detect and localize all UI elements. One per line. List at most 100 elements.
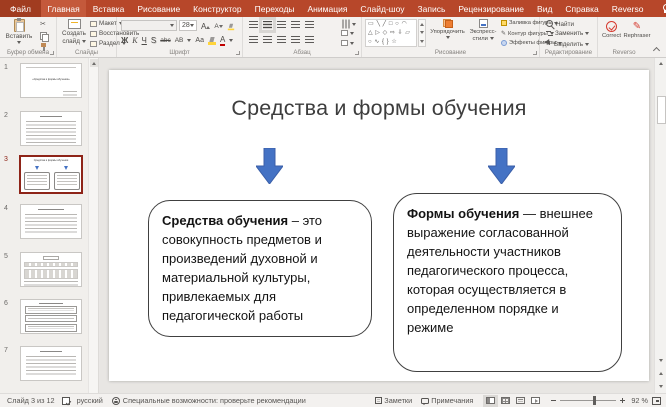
- thumb-title-text: «Средства и формы обучения»: [22, 78, 80, 81]
- spell-check-icon[interactable]: [62, 397, 70, 405]
- text-direction-button[interactable]: [341, 20, 356, 28]
- underline-button[interactable]: Ч: [142, 36, 147, 45]
- thumbnail-slide-4[interactable]: 4: [0, 204, 88, 241]
- vertical-scrollbar[interactable]: [654, 58, 666, 393]
- align-text-button[interactable]: [341, 30, 354, 36]
- highlight-color-button[interactable]: [208, 37, 216, 45]
- tab-home[interactable]: Главная: [41, 0, 86, 17]
- accessibility-status[interactable]: Специальные возможности: проверьте реком…: [123, 396, 306, 405]
- reading-view-button[interactable]: [513, 395, 528, 407]
- language-indicator[interactable]: русский: [77, 396, 103, 405]
- thumbnail-slide-5[interactable]: 5: [0, 252, 88, 289]
- dialog-launcher-icon[interactable]: [355, 51, 359, 55]
- align-left-button[interactable]: [249, 36, 258, 44]
- justify-button[interactable]: [291, 36, 300, 44]
- tab-insert[interactable]: Вставка: [86, 0, 131, 17]
- grow-font-button[interactable]: А: [201, 22, 210, 31]
- copy-button[interactable]: [40, 32, 47, 40]
- zoom-out-button[interactable]: [551, 400, 556, 401]
- fit-to-window-icon[interactable]: [652, 397, 661, 405]
- thumbnail-scrollbar[interactable]: [88, 58, 99, 393]
- align-center-button[interactable]: [263, 36, 272, 44]
- tab-help[interactable]: Справка: [559, 0, 605, 17]
- change-case-button[interactable]: Аа: [195, 37, 204, 44]
- slide-title[interactable]: Средства и формы обучения: [109, 96, 649, 121]
- zoom-slider[interactable]: [560, 400, 616, 401]
- new-slide-button[interactable]: Создать слайд: [59, 19, 89, 45]
- accessibility-icon[interactable]: [112, 397, 120, 405]
- thumbnail-slide-7[interactable]: 7: [0, 346, 88, 383]
- text-box-means-of-teaching[interactable]: Средства обучения – это совокупность пре…: [148, 200, 372, 337]
- tell-me-box[interactable]: Что вы хотите сделать?: [662, 0, 666, 17]
- dialog-launcher-icon[interactable]: [533, 51, 537, 55]
- tab-design[interactable]: Конструктор: [187, 0, 248, 17]
- slide-sorter-view-button[interactable]: [498, 395, 513, 407]
- font-name-combo[interactable]: [121, 20, 177, 31]
- scroll-down-button[interactable]: [657, 356, 666, 365]
- notes-icon: [375, 397, 382, 404]
- slide-counter[interactable]: Слайд 3 из 12: [7, 396, 55, 405]
- italic-button[interactable]: К: [132, 36, 137, 45]
- line-spacing-button[interactable]: [305, 21, 314, 29]
- collapse-ribbon-icon[interactable]: [653, 47, 660, 54]
- tab-transitions[interactable]: Переходы: [248, 0, 301, 17]
- scroll-up-button[interactable]: [657, 59, 666, 68]
- bold-button[interactable]: Ж: [121, 36, 128, 45]
- quick-styles-button[interactable]: Экспресс- стили: [467, 19, 499, 42]
- tab-view[interactable]: Вид: [531, 0, 559, 17]
- slide-canvas[interactable]: Средства и формы обучения Средства обуче…: [109, 70, 649, 381]
- clear-formatting-icon[interactable]: [227, 23, 233, 29]
- text-shadow-button[interactable]: S: [151, 36, 156, 45]
- group-drawing: ▭ ╲ ╱ □ ○ ◠ △ ▷ ◇ ⇨ ⇩ ▱ ○ ∿ { } ☆ Упоряд…: [362, 17, 540, 57]
- increase-indent-button[interactable]: [291, 21, 300, 29]
- down-arrow-shape-left[interactable]: [256, 148, 283, 184]
- font-color-button[interactable]: А: [220, 35, 225, 46]
- shrink-font-button[interactable]: А: [214, 23, 222, 30]
- character-spacing-button[interactable]: АВ: [175, 37, 184, 44]
- thumbnail-slide-3-selected[interactable]: 3 Средства и формы обучения: [0, 155, 88, 196]
- thumbnail-slide-6[interactable]: 6: [0, 299, 88, 336]
- notes-toggle[interactable]: Заметки: [375, 396, 412, 405]
- scrollbar-thumb[interactable]: [657, 96, 666, 124]
- reverso-rephraser-button[interactable]: ✎ Rephraser: [624, 21, 650, 39]
- shapes-gallery[interactable]: ▭ ╲ ╱ □ ○ ◠ △ ▷ ◇ ⇨ ⇩ ▱ ○ ∿ { } ☆: [365, 19, 417, 47]
- tab-review[interactable]: Рецензирование: [452, 0, 531, 17]
- tab-draw[interactable]: Рисование: [131, 0, 187, 17]
- thumbnail-slide-1[interactable]: 1 «Средства и формы обучения»: [0, 63, 88, 100]
- columns-button[interactable]: [305, 36, 314, 44]
- tab-slideshow[interactable]: Слайд-шоу: [354, 0, 411, 17]
- scroll-up-button[interactable]: [90, 59, 98, 67]
- tab-reverso[interactable]: Reverso: [605, 0, 650, 17]
- thumbnail-slide-2[interactable]: 2: [0, 111, 88, 148]
- numbering-button[interactable]: [263, 21, 272, 29]
- paste-button[interactable]: Вставить: [4, 19, 34, 44]
- font-size-combo[interactable]: 28: [179, 20, 197, 31]
- reverso-correct-button[interactable]: Correct: [599, 21, 624, 39]
- decrease-indent-button[interactable]: [277, 21, 286, 29]
- shapes-gallery-scrollbar[interactable]: [418, 19, 426, 47]
- bullets-button[interactable]: [249, 21, 258, 29]
- comments-toggle[interactable]: Примечания: [421, 396, 473, 405]
- next-slide-button[interactable]: [657, 382, 666, 391]
- tab-record[interactable]: Запись: [411, 0, 452, 17]
- align-right-button[interactable]: [277, 36, 286, 44]
- select-button[interactable]: Выделить: [546, 40, 589, 48]
- tab-animations[interactable]: Анимация: [301, 0, 354, 17]
- normal-view-button[interactable]: [483, 395, 498, 407]
- convert-smartart-button[interactable]: [341, 40, 354, 46]
- zoom-in-button[interactable]: [620, 398, 625, 403]
- tab-file[interactable]: Файл: [0, 0, 41, 17]
- dialog-launcher-icon[interactable]: [236, 51, 240, 55]
- strikethrough-button[interactable]: abc: [160, 37, 170, 44]
- previous-slide-button[interactable]: [657, 369, 666, 378]
- replace-button[interactable]: Заменить: [546, 30, 589, 37]
- dialog-launcher-icon[interactable]: [50, 51, 54, 55]
- down-arrow-shape-right[interactable]: [488, 148, 515, 184]
- text-box-forms-of-teaching[interactable]: Формы обучения — внешнее выражение согла…: [393, 193, 622, 372]
- cut-button[interactable]: ✂: [40, 21, 46, 28]
- find-button[interactable]: Найти: [546, 20, 574, 28]
- zoom-percentage[interactable]: 92 %: [631, 396, 648, 405]
- arrange-button[interactable]: Упорядочить: [429, 19, 466, 39]
- zoom-slider-thumb[interactable]: [593, 396, 596, 405]
- slideshow-view-button[interactable]: [528, 395, 543, 407]
